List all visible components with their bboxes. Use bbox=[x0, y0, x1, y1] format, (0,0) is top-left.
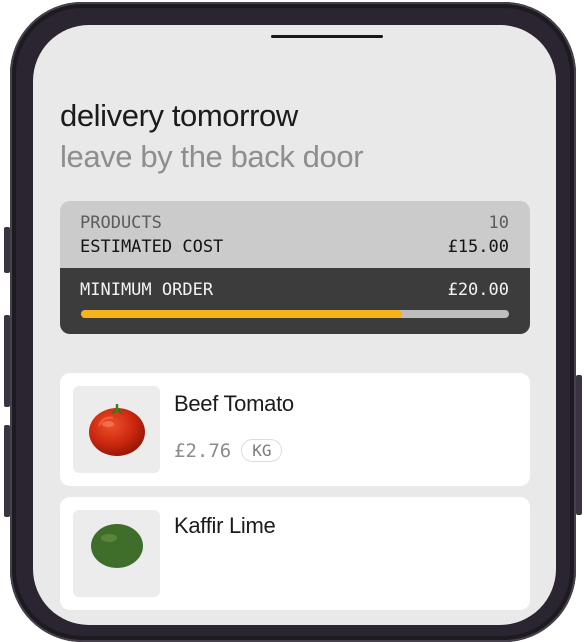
product-name: Kaffir Lime bbox=[174, 513, 276, 538]
unit-badge: KG bbox=[241, 439, 283, 462]
product-name: Beef Tomato bbox=[174, 391, 294, 416]
minimum-order-section: MINIMUM ORDER £20.00 bbox=[60, 268, 530, 334]
progress-fill bbox=[81, 310, 402, 318]
minimum-order-value: £20.00 bbox=[447, 280, 509, 300]
mute-switch bbox=[4, 227, 10, 273]
phone-screen: delivery tomorrow leave by the back door… bbox=[33, 25, 556, 625]
products-count: 10 bbox=[488, 213, 509, 233]
lime-image bbox=[73, 510, 160, 597]
volume-down-button bbox=[4, 425, 10, 517]
product-card-kaffir-lime[interactable]: Kaffir Lime bbox=[60, 497, 530, 610]
product-card-beef-tomato[interactable]: Beef Tomato £2.76 KG bbox=[60, 373, 530, 486]
minimum-order-label: MINIMUM ORDER bbox=[80, 280, 214, 300]
power-button bbox=[576, 375, 582, 515]
page-title: delivery tomorrow bbox=[60, 98, 298, 133]
products-label: PRODUCTS bbox=[80, 213, 162, 233]
volume-up-button bbox=[4, 315, 10, 407]
top-bezel-line bbox=[271, 35, 383, 38]
estimated-cost-value: £15.00 bbox=[447, 237, 509, 257]
delivery-instructions[interactable]: leave by the back door bbox=[60, 139, 364, 175]
estimated-cost-label: ESTIMATED COST bbox=[80, 237, 224, 257]
summary-totals: PRODUCTS 10 ESTIMATED COST £15.00 bbox=[60, 201, 530, 268]
tomato-image bbox=[73, 386, 160, 473]
product-price-line: £2.76 KG bbox=[174, 439, 283, 462]
minimum-order-progress-bar bbox=[81, 310, 509, 318]
order-summary-panel: PRODUCTS 10 ESTIMATED COST £15.00 MINIMU… bbox=[60, 201, 530, 334]
product-price: £2.76 bbox=[174, 439, 232, 462]
